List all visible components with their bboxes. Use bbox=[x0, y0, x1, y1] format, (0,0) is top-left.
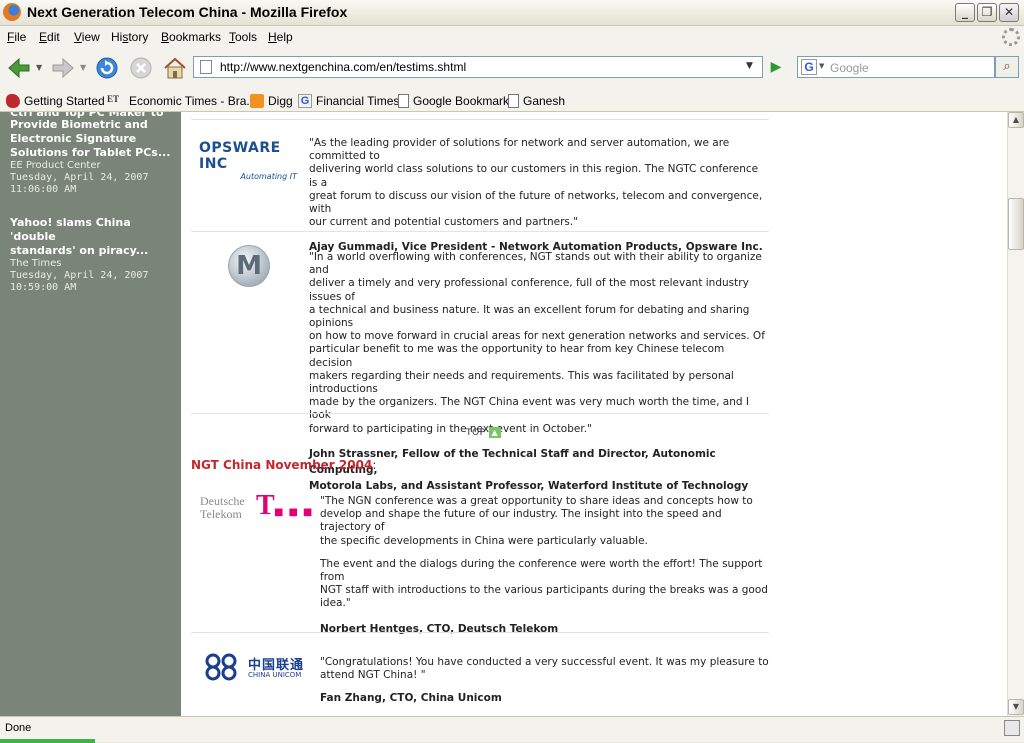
scroll-thumb[interactable] bbox=[1008, 198, 1024, 250]
back-history-dropdown-icon[interactable]: ▼ bbox=[36, 63, 42, 72]
forward-arrow-icon[interactable] bbox=[50, 55, 76, 81]
deutsche-telekom-logo: Deutsche Telekom T ■■■ bbox=[200, 490, 318, 521]
news-source: EE Product Center bbox=[10, 160, 101, 171]
menu-edit[interactable]: Edit bbox=[39, 30, 60, 44]
menu-bar: File Edit View History Bookmarks Tools H… bbox=[0, 26, 1024, 48]
security-status-icon[interactable] bbox=[1004, 720, 1020, 736]
news-date: Tuesday, April 24, 2007 bbox=[10, 270, 149, 281]
testimonial-quote: The event and the dialogs during the con… bbox=[320, 557, 768, 610]
news-time: 10:59:00 AM bbox=[10, 282, 77, 293]
et-icon: ET bbox=[107, 94, 120, 104]
menu-history[interactable]: History bbox=[111, 30, 148, 44]
bookmark-ganesh[interactable]: Ganesh bbox=[508, 93, 565, 109]
url-text[interactable]: http://www.nextgenchina.com/en/testims.s… bbox=[220, 60, 466, 74]
divider bbox=[191, 231, 769, 232]
page-icon bbox=[508, 94, 519, 108]
telekom-t-icon: T bbox=[256, 490, 275, 521]
china-unicom-logo: 中国联通 CHINA UNICOM bbox=[200, 651, 305, 685]
close-button[interactable]: ✕ bbox=[999, 3, 1019, 22]
window-titlebar: Next Generation Telecom China - Mozilla … bbox=[0, 0, 1024, 26]
maximize-button[interactable]: ❐ bbox=[977, 3, 997, 22]
bookmark-google-bookmark[interactable]: Google Bookmark bbox=[398, 93, 509, 109]
firefox-icon bbox=[6, 94, 20, 108]
rss-icon bbox=[250, 94, 264, 108]
bookmark-economic-times[interactable]: ET Economic Times - Bra... bbox=[107, 93, 256, 109]
news-date: Tuesday, April 24, 2007 bbox=[10, 172, 149, 183]
section-title: NGT China November 2004: bbox=[191, 458, 377, 472]
minimize-button[interactable]: _ bbox=[955, 3, 975, 22]
motorola-logo: M bbox=[228, 245, 270, 287]
vertical-scrollbar[interactable]: ▲ ▼ bbox=[1007, 112, 1024, 716]
throbber-icon bbox=[1002, 28, 1020, 46]
engine-dropdown-icon[interactable]: ▼ bbox=[819, 62, 824, 70]
bookmark-digg[interactable]: Digg bbox=[250, 93, 293, 109]
url-bar[interactable]: http://www.nextgenchina.com/en/testims.s… bbox=[193, 56, 763, 78]
testimonial-deutsche-telekom: "The NGN conference was a great opportun… bbox=[320, 495, 770, 637]
testimonial-author: Norbert Hentges, CTO, Deutsch Telekom bbox=[320, 622, 559, 635]
stop-icon[interactable] bbox=[128, 55, 154, 81]
news-source: The Times bbox=[10, 258, 62, 269]
testimonial-motorola: "In a world overflowing with conferences… bbox=[309, 251, 769, 494]
news-item[interactable]: Provide Biometric and Electronic Signatu… bbox=[10, 118, 178, 196]
divider bbox=[191, 413, 769, 414]
news-sidebar: Ctrl and Top PC Maker to Provide Biometr… bbox=[0, 112, 181, 716]
search-box[interactable]: G ▼ Google bbox=[797, 56, 995, 78]
divider bbox=[191, 119, 769, 120]
menu-bookmarks[interactable]: Bookmarks bbox=[161, 30, 221, 44]
opsware-logo: OPSWARE INC Automating IT bbox=[199, 140, 297, 181]
status-text: Done bbox=[5, 722, 32, 734]
page-icon bbox=[200, 60, 212, 74]
top-link[interactable]: TOP ▲ bbox=[466, 427, 501, 438]
menu-tools[interactable]: Tools bbox=[229, 30, 257, 44]
page-viewport: Ctrl and Top PC Maker to Provide Biometr… bbox=[0, 112, 1007, 716]
firefox-logo-icon bbox=[3, 3, 21, 21]
testimonial-author: John Strassner, Fellow of the Technical … bbox=[309, 447, 749, 492]
testimonial-quote: "The NGN conference was a great opportun… bbox=[320, 495, 753, 547]
progress-bar bbox=[0, 739, 95, 743]
status-bar: Done bbox=[0, 716, 1024, 743]
google-engine-icon[interactable]: G bbox=[801, 59, 817, 75]
telekom-dots: ■■■ bbox=[274, 507, 318, 518]
bookmark-getting-started[interactable]: Getting Started bbox=[6, 93, 105, 109]
google-g-icon: G bbox=[298, 94, 312, 108]
divider bbox=[191, 632, 769, 633]
up-arrow-icon[interactable]: ▲ bbox=[488, 427, 501, 438]
window-title: Next Generation Telecom China - Mozilla … bbox=[27, 4, 348, 20]
search-go-button[interactable]: ⌕ bbox=[995, 56, 1019, 78]
testimonial-quote: "As the leading provider of solutions fo… bbox=[309, 137, 763, 229]
testimonial-opsware: "As the leading provider of solutions fo… bbox=[309, 137, 769, 255]
menu-file[interactable]: File bbox=[7, 30, 26, 44]
home-icon[interactable] bbox=[162, 55, 188, 81]
reload-icon[interactable] bbox=[94, 55, 120, 81]
testimonial-china-unicom: "Congratulations! You have conducted a v… bbox=[320, 656, 770, 706]
go-button[interactable]: ▶ bbox=[766, 57, 786, 77]
news-item[interactable]: Yahoo! slams China 'double standards' on… bbox=[10, 216, 178, 294]
forward-history-dropdown-icon[interactable]: ▼ bbox=[80, 63, 86, 72]
scroll-down-button[interactable]: ▼ bbox=[1008, 699, 1024, 715]
unicom-knot-icon bbox=[205, 653, 237, 681]
search-input[interactable]: Google bbox=[830, 61, 869, 75]
magnifier-icon: ⌕ bbox=[1003, 59, 1011, 74]
menu-view[interactable]: View bbox=[74, 30, 100, 44]
testimonial-quote: "In a world overflowing with conferences… bbox=[309, 251, 765, 435]
page-icon bbox=[398, 94, 409, 108]
testimonial-author: Fan Zhang, CTO, China Unicom bbox=[320, 692, 502, 705]
url-dropdown-icon[interactable]: ▼ bbox=[746, 61, 753, 71]
bookmark-financial-times[interactable]: G Financial Times bbox=[298, 93, 399, 109]
testimonial-quote: "Congratulations! You have conducted a v… bbox=[320, 656, 769, 682]
scroll-up-button[interactable]: ▲ bbox=[1008, 112, 1024, 128]
news-time: 11:06:00 AM bbox=[10, 184, 77, 195]
back-arrow-icon[interactable] bbox=[6, 55, 32, 81]
menu-help[interactable]: Help bbox=[268, 30, 293, 44]
